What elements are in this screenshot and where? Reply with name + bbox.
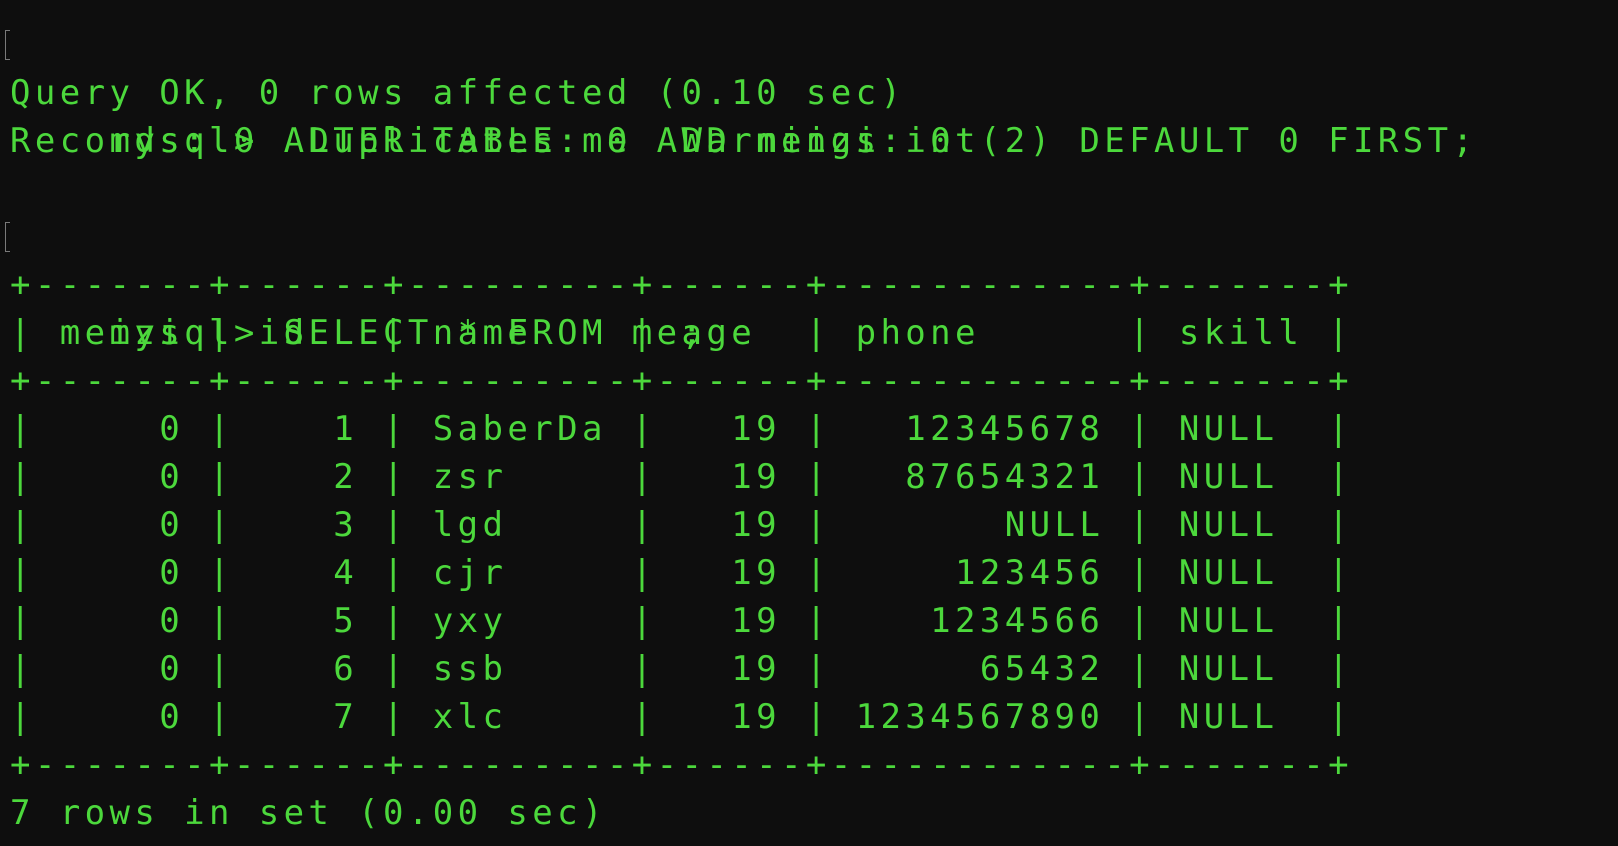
result-table: +-------+------+---------+------+-------… [10, 261, 1618, 789]
table-row: | 0 | 6 | ssb | 19 | 65432 | NULL | [10, 649, 1353, 689]
command-line-alter: mysql> ALTER TABLE me ADD meizi int(2) D… [5, 21, 1618, 161]
table-row: | 0 | 5 | yxy | 19 | 1234566 | NULL | [10, 601, 1353, 641]
command-line-select: mysql> SELECT * FROM me; [5, 213, 1618, 353]
table-row: | 0 | 3 | lgd | 19 | NULL | NULL | [10, 505, 1353, 545]
terminal-window[interactable]: mysql> ALTER TABLE me ADD meizi int(2) D… [0, 0, 1618, 846]
records-line: Records: 0 Duplicates: 0 Warnings: 0 [10, 121, 956, 161]
rows-in-set-footer: 7 rows in set (0.00 sec) [10, 793, 607, 833]
line-marker-icon [5, 222, 10, 252]
table-header-row: | meizi | id | name | age | phone | skil… [10, 313, 1353, 353]
line-marker-icon [5, 30, 10, 60]
table-border-mid: +-------+------+---------+------+-------… [10, 361, 1353, 401]
table-row: | 0 | 7 | xlc | 19 | 1234567890 | NULL | [10, 697, 1353, 737]
table-row: | 0 | 4 | cjr | 19 | 123456 | NULL | [10, 553, 1353, 593]
result-line: Query OK, 0 rows affected (0.10 sec) [10, 73, 906, 113]
table-row: | 0 | 2 | zsr | 19 | 87654321 | NULL | [10, 457, 1353, 497]
table-row: | 0 | 1 | SaberDa | 19 | 12345678 | NULL… [10, 409, 1353, 449]
table-border-top: +-------+------+---------+------+-------… [10, 265, 1353, 305]
table-border-bottom: +-------+------+---------+------+-------… [10, 745, 1353, 785]
